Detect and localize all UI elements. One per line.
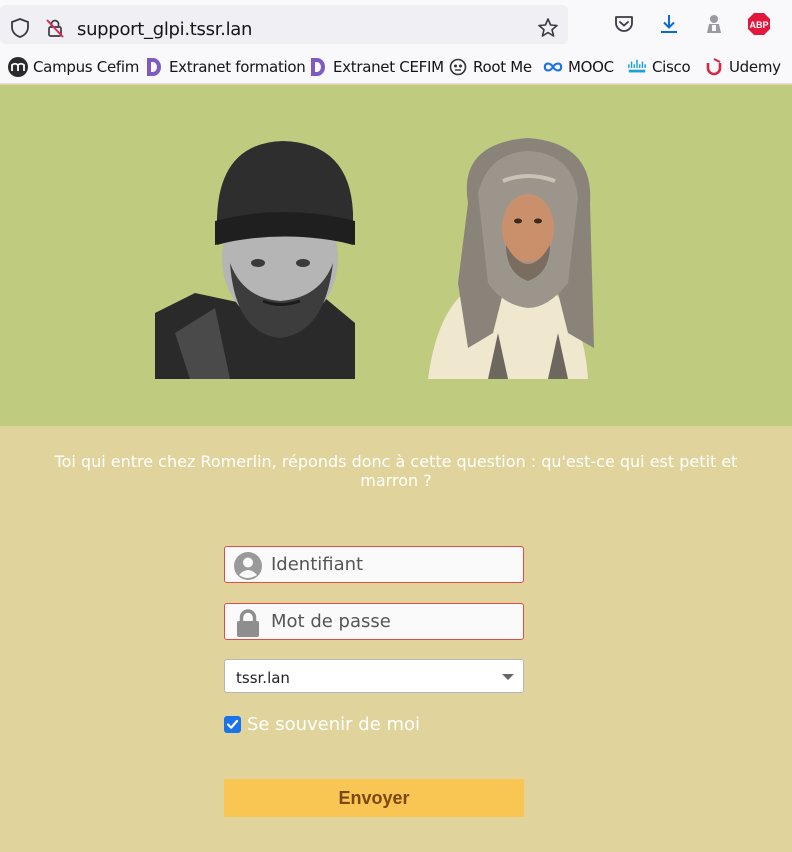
shield-icon[interactable] [9,17,31,39]
portrait-man-beanie [155,133,355,379]
moodle-icon [8,57,28,77]
password-field[interactable] [224,603,524,640]
d-logo-icon [144,57,164,77]
bookmark-label: Cisco [652,58,691,76]
download-icon[interactable] [656,11,682,37]
bookmark-label: Root Me [473,58,532,76]
submit-button[interactable]: Envoyer [224,779,524,817]
url-text[interactable]: support_glpi.tssr.lan [77,19,252,40]
bookmark-label: Campus Cefim [33,58,140,76]
infinity-icon [543,57,563,77]
lock-slash-icon[interactable] [44,17,66,39]
remember-me[interactable]: Se souvenir de moi [224,713,421,735]
address-bar[interactable]: support_glpi.tssr.lan [0,5,568,44]
remember-me-label: Se souvenir de moi [247,713,421,735]
star-icon[interactable] [536,16,560,40]
bookmark-label: Extranet formation [169,58,306,76]
bookmark-campus-cefim[interactable]: Campus Cefim [8,56,139,78]
bookmark-label: Extranet CEFIM [333,58,444,76]
user-icon [234,552,262,580]
udemy-icon [704,57,724,77]
bookmark-root-me[interactable]: Root Me [448,56,532,78]
domain-select[interactable]: tssr.lan [224,659,524,693]
header-banner [0,85,792,426]
domain-select-value: tssr.lan [236,669,290,687]
bookmark-extranet-formation[interactable]: Extranet formation [144,56,306,78]
adblock-icon[interactable]: ABP [746,11,772,37]
bookmark-extranet-cefim[interactable]: Extranet CEFIM [308,56,444,78]
bookmark-cisco[interactable]: Cisco [627,56,691,78]
d-logo-icon [308,57,328,77]
root-me-icon [448,57,468,77]
pocket-icon[interactable] [611,11,637,37]
username-input[interactable] [271,547,519,582]
bookmark-label: Udemy [729,58,781,76]
bookmark-udemy[interactable]: Udemy [704,56,781,78]
svg-text:ABP: ABP [749,20,768,30]
bookmarks-bar: Campus Cefim Extranet formation Extranet… [0,48,792,84]
lock-icon [237,609,259,637]
question-text: Toi qui entre chez Romerlin, réponds don… [54,452,738,490]
bookmark-label: MOOC [568,58,614,76]
chevron-down-icon [502,674,514,680]
cisco-icon [627,57,647,77]
bookmark-mooc[interactable]: MOOC [543,56,614,78]
check-icon [226,719,239,729]
password-input[interactable] [271,604,519,639]
remember-me-checkbox[interactable] [224,715,241,733]
extension-icon[interactable] [701,11,727,37]
portrait-wizard [418,133,594,379]
browser-toolbar: support_glpi.tssr.lan ABP [0,0,792,48]
username-field[interactable] [224,546,524,583]
